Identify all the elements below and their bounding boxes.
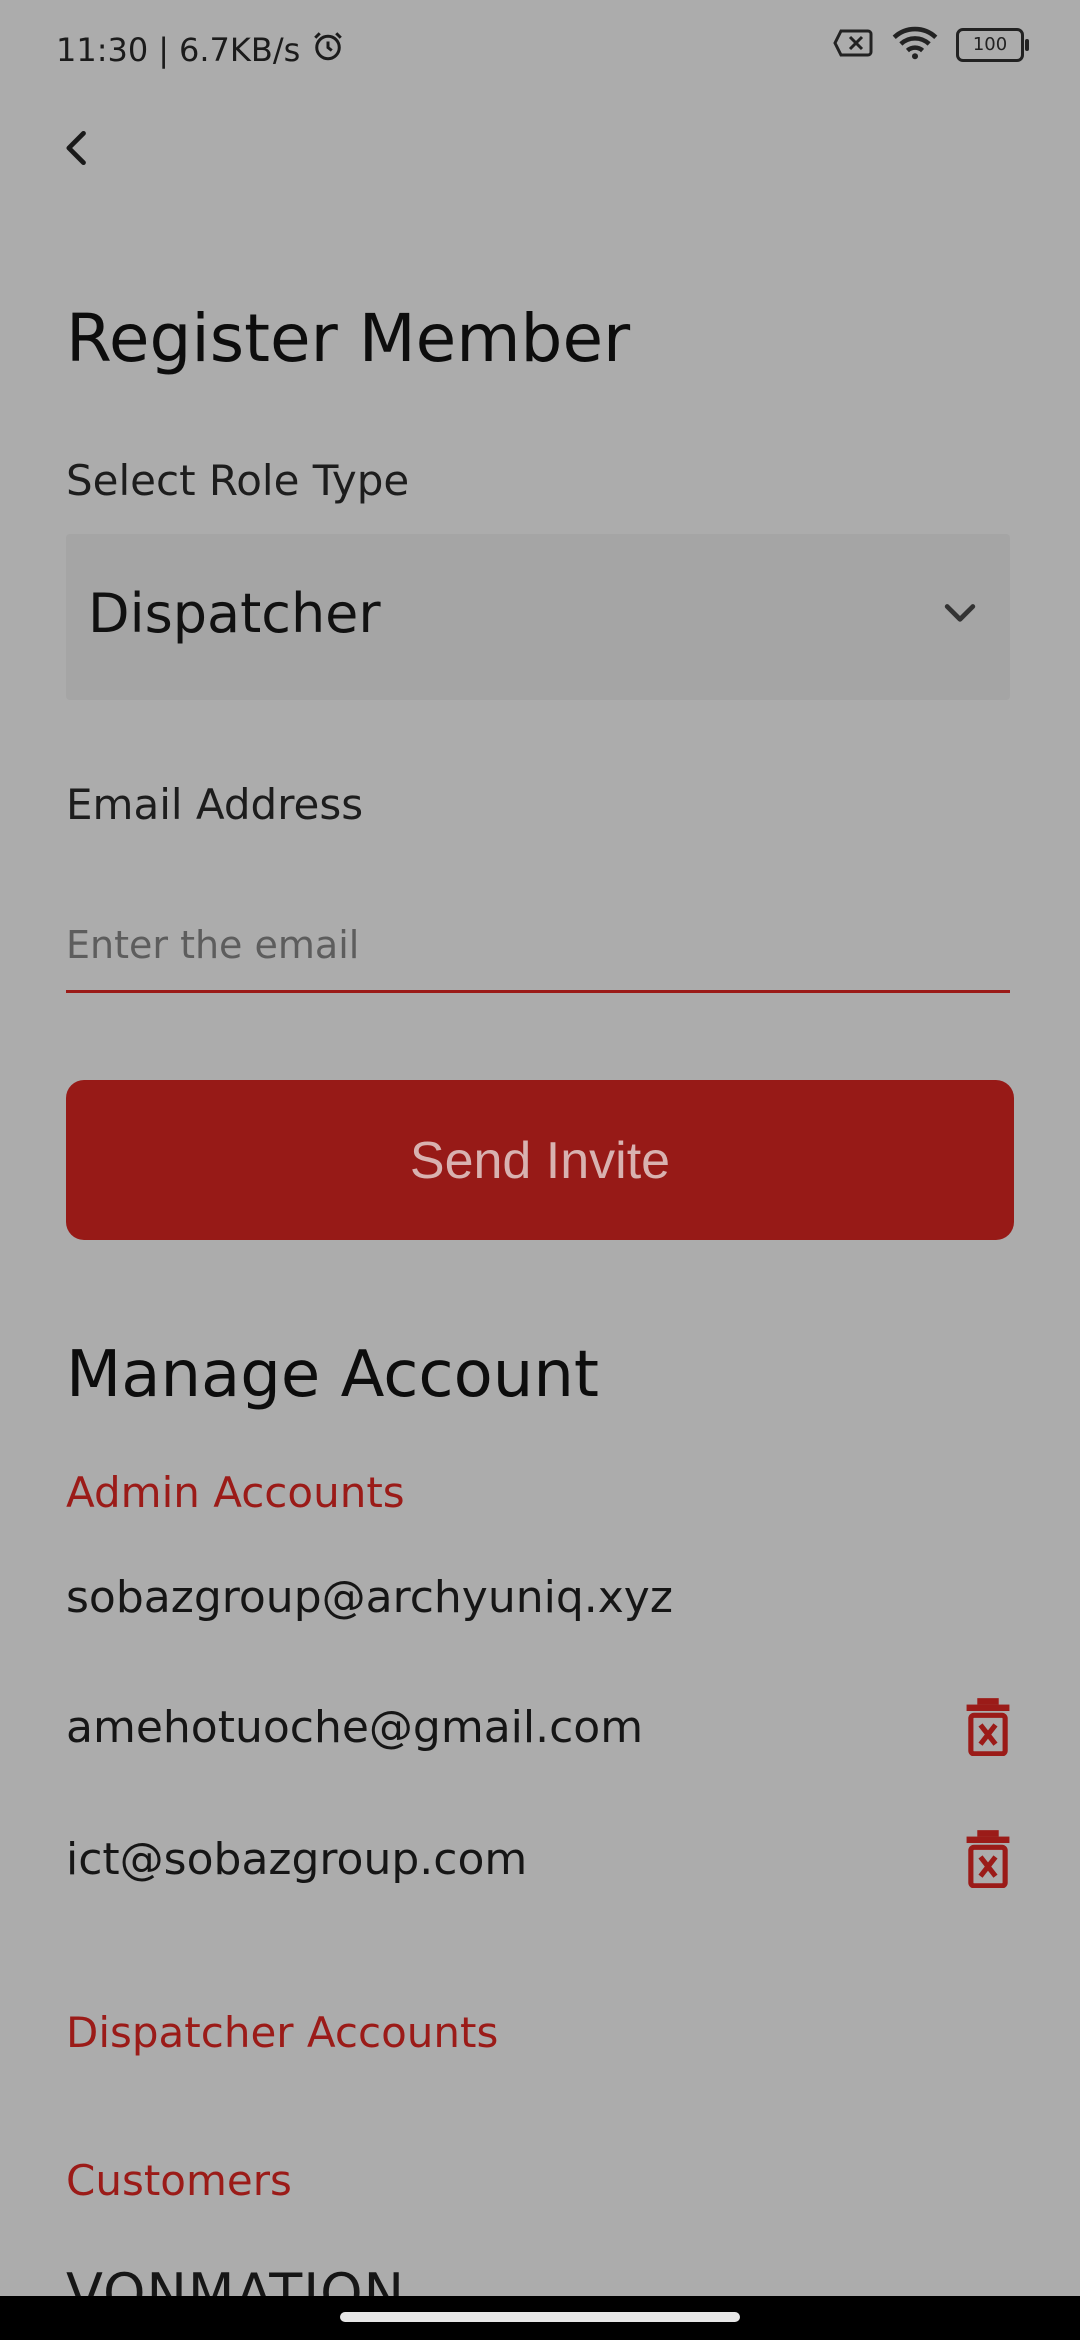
alarm-icon xyxy=(310,28,346,72)
role-type-select[interactable]: Dispatcher xyxy=(66,534,1010,700)
delete-icon[interactable] xyxy=(962,1696,1014,1757)
page-title: Register Member xyxy=(66,300,631,377)
role-type-value: Dispatcher xyxy=(88,582,381,645)
email-address-label: Email Address xyxy=(66,780,364,829)
back-button[interactable] xyxy=(56,126,100,170)
account-email: amehotuoche@gmail.com xyxy=(66,1702,644,1753)
sim-off-icon xyxy=(832,27,874,63)
home-indicator[interactable] xyxy=(340,2312,740,2322)
email-input[interactable] xyxy=(66,900,1010,993)
status-left: 11:30 | 6.7KB/s xyxy=(56,28,346,72)
dispatcher-accounts-title: Dispatcher Accounts xyxy=(66,2008,499,2057)
chevron-down-icon xyxy=(938,590,982,634)
account-email: sobazgroup@archyuniq.xyz xyxy=(66,1572,673,1623)
status-network-speed: 6.7KB/s xyxy=(179,31,301,69)
navigation-bar xyxy=(0,2296,1080,2340)
status-bar: 11:30 | 6.7KB/s 100 xyxy=(0,0,1080,96)
wifi-icon xyxy=(892,26,938,64)
role-type-label: Select Role Type xyxy=(66,456,410,505)
status-right: 100 xyxy=(832,26,1029,64)
status-time: 11:30 xyxy=(56,31,149,69)
admin-accounts-title: Admin Accounts xyxy=(66,1468,405,1517)
chevron-left-icon xyxy=(66,130,86,166)
send-invite-button[interactable]: Send Invite xyxy=(66,1080,1014,1240)
status-separator: | xyxy=(158,31,169,69)
battery-icon: 100 xyxy=(956,28,1029,62)
account-row: amehotuoche@gmail.com xyxy=(66,1698,1014,1757)
account-row: sobazgroup@archyuniq.xyz xyxy=(66,1572,1014,1623)
account-email: ict@sobazgroup.com xyxy=(66,1834,528,1885)
account-row: ict@sobazgroup.com xyxy=(66,1830,1014,1889)
customers-title: Customers xyxy=(66,2156,292,2205)
manage-account-title: Manage Account xyxy=(66,1338,599,1412)
delete-icon[interactable] xyxy=(962,1828,1014,1889)
